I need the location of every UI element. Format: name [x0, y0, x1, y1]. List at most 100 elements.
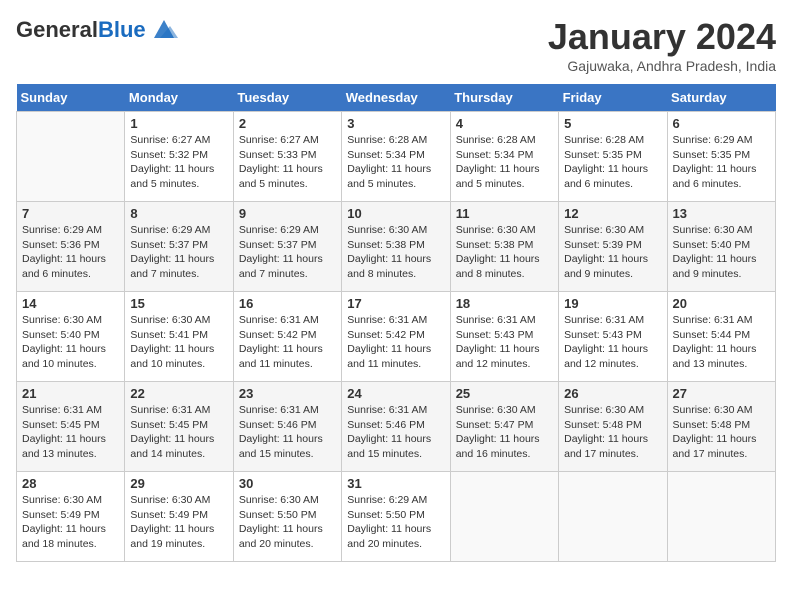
calendar-cell: 23Sunrise: 6:31 AMSunset: 5:46 PMDayligh…	[233, 382, 341, 472]
day-number: 17	[347, 296, 444, 311]
month-title: January 2024	[548, 16, 776, 58]
day-number: 26	[564, 386, 661, 401]
calendar-cell: 21Sunrise: 6:31 AMSunset: 5:45 PMDayligh…	[17, 382, 125, 472]
day-info: Sunrise: 6:29 AMSunset: 5:37 PMDaylight:…	[130, 223, 227, 282]
day-number: 9	[239, 206, 336, 221]
day-info: Sunrise: 6:31 AMSunset: 5:44 PMDaylight:…	[673, 313, 770, 372]
calendar-cell: 14 Sunrise: 6:30 AMSunset: 5:40 PMDayligh…	[17, 292, 125, 382]
calendar-week-row: 21Sunrise: 6:31 AMSunset: 5:45 PMDayligh…	[17, 382, 776, 472]
location: Gajuwaka, Andhra Pradesh, India	[548, 58, 776, 74]
calendar-cell: 27 Sunrise: 6:30 AMSunset: 5:48 PMDayligh…	[667, 382, 775, 472]
calendar-cell: 15 Sunrise: 6:30 AMSunset: 5:41 PMDayligh…	[125, 292, 233, 382]
day-number: 4	[456, 116, 553, 131]
calendar-cell: 5 Sunrise: 6:28 AMSunset: 5:35 PMDaylight…	[559, 112, 667, 202]
day-info: Sunrise: 6:28 AMSunset: 5:34 PMDaylight:…	[456, 133, 553, 192]
day-info: Sunrise: 6:27 AMSunset: 5:32 PMDaylight:…	[130, 133, 227, 192]
day-info: Sunrise: 6:30 AMSunset: 5:39 PMDaylight:…	[564, 223, 661, 282]
day-info: Sunrise: 6:31 AMSunset: 5:43 PMDaylight:…	[564, 313, 661, 372]
day-number: 27	[673, 386, 770, 401]
calendar-table: SundayMondayTuesdayWednesdayThursdayFrid…	[16, 84, 776, 562]
day-info: Sunrise: 6:30 AMSunset: 5:38 PMDaylight:…	[347, 223, 444, 282]
calendar-week-row: 7 Sunrise: 6:29 AMSunset: 5:36 PMDaylight…	[17, 202, 776, 292]
day-number: 16	[239, 296, 336, 311]
calendar-cell: 20 Sunrise: 6:31 AMSunset: 5:44 PMDayligh…	[667, 292, 775, 382]
calendar-week-row: 28 Sunrise: 6:30 AMSunset: 5:49 PMDayligh…	[17, 472, 776, 562]
calendar-cell: 7 Sunrise: 6:29 AMSunset: 5:36 PMDaylight…	[17, 202, 125, 292]
day-number: 23	[239, 386, 336, 401]
day-info: Sunrise: 6:29 AMSunset: 5:37 PMDaylight:…	[239, 223, 336, 282]
calendar-cell: 26Sunrise: 6:30 AMSunset: 5:48 PMDayligh…	[559, 382, 667, 472]
day-number: 6	[673, 116, 770, 131]
calendar-cell	[559, 472, 667, 562]
day-info: Sunrise: 6:31 AMSunset: 5:42 PMDaylight:…	[347, 313, 444, 372]
calendar-cell: 28 Sunrise: 6:30 AMSunset: 5:49 PMDayligh…	[17, 472, 125, 562]
logo-icon	[150, 16, 178, 44]
calendar-cell: 17 Sunrise: 6:31 AMSunset: 5:42 PMDayligh…	[342, 292, 450, 382]
title-area: January 2024 Gajuwaka, Andhra Pradesh, I…	[548, 16, 776, 74]
day-number: 22	[130, 386, 227, 401]
calendar-header-row: SundayMondayTuesdayWednesdayThursdayFrid…	[17, 84, 776, 112]
calendar-cell	[667, 472, 775, 562]
calendar-cell: 9 Sunrise: 6:29 AMSunset: 5:37 PMDaylight…	[233, 202, 341, 292]
day-info: Sunrise: 6:29 AMSunset: 5:36 PMDaylight:…	[22, 223, 119, 282]
day-info: Sunrise: 6:30 AMSunset: 5:41 PMDaylight:…	[130, 313, 227, 372]
calendar-week-row: 1 Sunrise: 6:27 AMSunset: 5:32 PMDaylight…	[17, 112, 776, 202]
day-header-wednesday: Wednesday	[342, 84, 450, 112]
day-header-sunday: Sunday	[17, 84, 125, 112]
calendar-cell: 13 Sunrise: 6:30 AMSunset: 5:40 PMDayligh…	[667, 202, 775, 292]
day-info: Sunrise: 6:30 AMSunset: 5:49 PMDaylight:…	[22, 493, 119, 552]
logo: GeneralBlue	[16, 16, 178, 44]
calendar-cell: 19Sunrise: 6:31 AMSunset: 5:43 PMDayligh…	[559, 292, 667, 382]
day-info: Sunrise: 6:30 AMSunset: 5:48 PMDaylight:…	[673, 403, 770, 462]
calendar-cell: 6Sunrise: 6:29 AMSunset: 5:35 PMDaylight…	[667, 112, 775, 202]
day-info: Sunrise: 6:28 AMSunset: 5:35 PMDaylight:…	[564, 133, 661, 192]
calendar-cell: 11 Sunrise: 6:30 AMSunset: 5:38 PMDayligh…	[450, 202, 558, 292]
calendar-cell: 24Sunrise: 6:31 AMSunset: 5:46 PMDayligh…	[342, 382, 450, 472]
day-header-tuesday: Tuesday	[233, 84, 341, 112]
day-header-monday: Monday	[125, 84, 233, 112]
day-header-saturday: Saturday	[667, 84, 775, 112]
calendar-cell: 4 Sunrise: 6:28 AMSunset: 5:34 PMDaylight…	[450, 112, 558, 202]
calendar-cell: 22 Sunrise: 6:31 AMSunset: 5:45 PMDayligh…	[125, 382, 233, 472]
day-info: Sunrise: 6:27 AMSunset: 5:33 PMDaylight:…	[239, 133, 336, 192]
calendar-cell: 3Sunrise: 6:28 AMSunset: 5:34 PMDaylight…	[342, 112, 450, 202]
day-number: 29	[130, 476, 227, 491]
day-info: Sunrise: 6:31 AMSunset: 5:45 PMDaylight:…	[22, 403, 119, 462]
day-info: Sunrise: 6:30 AMSunset: 5:38 PMDaylight:…	[456, 223, 553, 282]
calendar-cell: 12 Sunrise: 6:30 AMSunset: 5:39 PMDayligh…	[559, 202, 667, 292]
day-info: Sunrise: 6:30 AMSunset: 5:40 PMDaylight:…	[673, 223, 770, 282]
calendar-cell	[450, 472, 558, 562]
day-info: Sunrise: 6:31 AMSunset: 5:42 PMDaylight:…	[239, 313, 336, 372]
day-number: 5	[564, 116, 661, 131]
calendar-cell: 8Sunrise: 6:29 AMSunset: 5:37 PMDaylight…	[125, 202, 233, 292]
day-number: 3	[347, 116, 444, 131]
calendar-cell: 29 Sunrise: 6:30 AMSunset: 5:49 PMDayligh…	[125, 472, 233, 562]
day-info: Sunrise: 6:29 AMSunset: 5:50 PMDaylight:…	[347, 493, 444, 552]
calendar-cell: 10 Sunrise: 6:30 AMSunset: 5:38 PMDayligh…	[342, 202, 450, 292]
day-number: 1	[130, 116, 227, 131]
calendar-cell: 30Sunrise: 6:30 AMSunset: 5:50 PMDayligh…	[233, 472, 341, 562]
day-number: 28	[22, 476, 119, 491]
day-number: 25	[456, 386, 553, 401]
day-number: 18	[456, 296, 553, 311]
day-info: Sunrise: 6:30 AMSunset: 5:47 PMDaylight:…	[456, 403, 553, 462]
calendar-cell: 2Sunrise: 6:27 AMSunset: 5:33 PMDaylight…	[233, 112, 341, 202]
day-info: Sunrise: 6:31 AMSunset: 5:43 PMDaylight:…	[456, 313, 553, 372]
day-number: 13	[673, 206, 770, 221]
day-header-friday: Friday	[559, 84, 667, 112]
calendar-week-row: 14 Sunrise: 6:30 AMSunset: 5:40 PMDayligh…	[17, 292, 776, 382]
day-info: Sunrise: 6:31 AMSunset: 5:45 PMDaylight:…	[130, 403, 227, 462]
day-number: 11	[456, 206, 553, 221]
day-info: Sunrise: 6:30 AMSunset: 5:40 PMDaylight:…	[22, 313, 119, 372]
day-number: 15	[130, 296, 227, 311]
day-header-thursday: Thursday	[450, 84, 558, 112]
calendar-cell	[17, 112, 125, 202]
day-number: 12	[564, 206, 661, 221]
day-number: 10	[347, 206, 444, 221]
day-number: 30	[239, 476, 336, 491]
day-info: Sunrise: 6:30 AMSunset: 5:49 PMDaylight:…	[130, 493, 227, 552]
day-number: 14	[22, 296, 119, 311]
day-number: 20	[673, 296, 770, 311]
logo-general: GeneralBlue	[16, 18, 146, 42]
day-number: 7	[22, 206, 119, 221]
